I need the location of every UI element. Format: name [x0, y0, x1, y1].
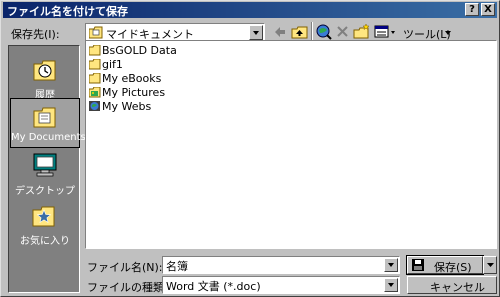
places-history[interactable]: 履歴 [10, 52, 80, 102]
filename-combobox[interactable]: 名簿 [162, 256, 400, 274]
places-desktop[interactable]: デスクトップ [10, 148, 80, 198]
cancel-button-label: キャンセル [430, 281, 485, 294]
save-in-label: 保存先(I): [11, 28, 60, 41]
back-button[interactable] [273, 23, 287, 41]
filename-input[interactable]: 名簿 [166, 258, 188, 274]
places-bar: 履歴 My Documents デスクトップ お気に入り [8, 45, 86, 293]
cancel-button[interactable]: キャンセル [407, 276, 497, 294]
my-documents-folder-icon [89, 26, 103, 39]
filename-dropdown-button[interactable] [384, 258, 398, 272]
places-label: デスクトップ [15, 186, 75, 197]
new-folder-icon [353, 23, 370, 39]
title-bar[interactable]: ファイル名を付けて保存 ? X [3, 2, 497, 18]
file-name: gif1 [102, 58, 123, 71]
delete-icon [337, 26, 348, 37]
file-name: BsGOLD Data [102, 44, 177, 57]
floppy-disk-icon [412, 259, 424, 271]
history-icon [33, 60, 56, 81]
toolbar-separator [311, 22, 313, 42]
chevron-down-icon [487, 263, 494, 267]
location-dropdown-button[interactable] [249, 25, 263, 40]
filetype-dropdown-button[interactable] [384, 278, 398, 292]
save-options-dropdown-button[interactable] [483, 256, 497, 274]
save-button-label: 保存(S) [434, 261, 472, 274]
window-title: ファイル名を付けて保存 [7, 5, 128, 18]
file-name: My eBooks [102, 72, 162, 85]
views-icon [374, 25, 395, 38]
pictures-folder-icon [89, 87, 101, 98]
save-button[interactable]: 保存(S) [406, 255, 484, 275]
favorites-icon [32, 206, 55, 227]
back-arrow-icon [275, 27, 285, 37]
up-folder-icon [291, 26, 308, 39]
folder-icon [89, 73, 101, 84]
places-my-documents[interactable]: My Documents [10, 98, 86, 148]
file-list[interactable]: BsGOLD Data gif1 My eBooks My Pictures M… [85, 40, 497, 249]
places-favorites[interactable]: お気に入り [10, 198, 80, 248]
save-as-dialog: ファイル名を付けて保存 ? X 保存先(I): マイドキュメント ツール(L) … [0, 0, 500, 297]
file-name: My Pictures [102, 86, 166, 99]
my-documents-icon [33, 107, 56, 128]
help-button[interactable]: ? [465, 3, 479, 16]
filetype-value: Word 文書 (*.doc) [166, 280, 261, 293]
search-web-icon [316, 24, 332, 40]
up-one-level-button[interactable] [291, 23, 309, 41]
folder-icon [89, 59, 101, 70]
folder-icon [89, 45, 101, 56]
delete-button[interactable] [335, 23, 351, 41]
new-folder-button[interactable] [353, 23, 371, 41]
file-name: My Webs [102, 100, 152, 113]
desktop-icon [33, 153, 57, 177]
places-label: お気に入り [20, 236, 70, 247]
web-folder-icon [89, 101, 100, 111]
tools-dropdown-arrow-icon [445, 31, 451, 35]
search-web-button[interactable] [315, 23, 333, 41]
filetype-combobox[interactable]: Word 文書 (*.doc) [162, 276, 400, 294]
close-button[interactable]: X [481, 3, 495, 16]
views-button[interactable] [374, 23, 398, 41]
filename-label: ファイル名(N): [87, 261, 163, 274]
places-label: My Documents [11, 132, 86, 143]
